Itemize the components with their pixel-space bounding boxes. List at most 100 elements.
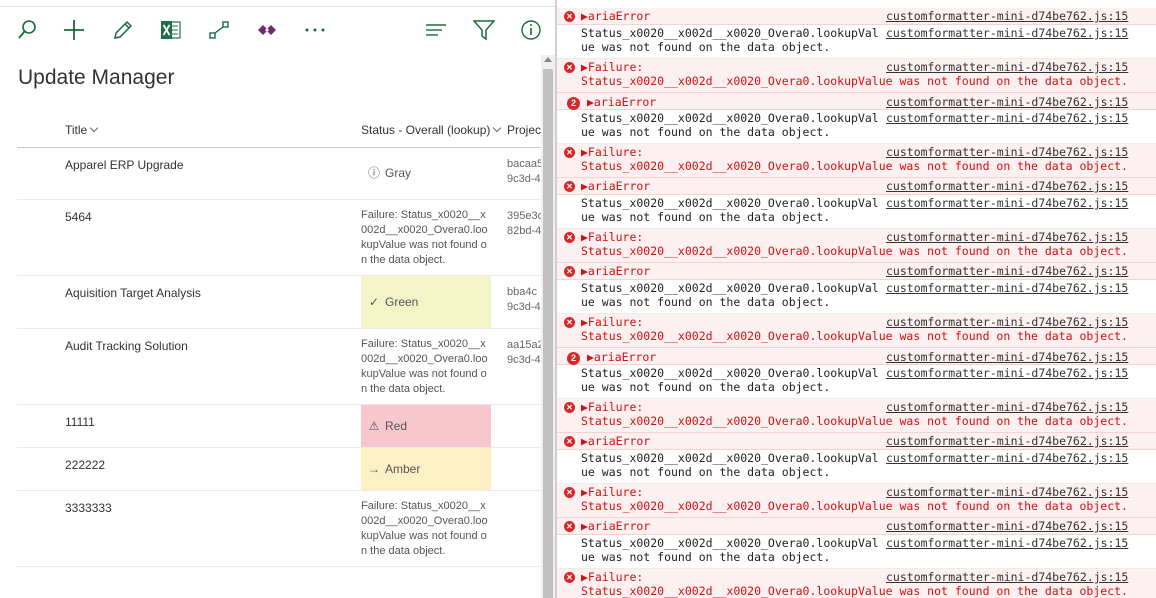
console-message-entry[interactable]: Status_x0020__x002d__x0020_Overa0.lookup…	[557, 25, 1156, 59]
source-link[interactable]: customformatter-mini-d74be762.js:15	[886, 281, 1128, 295]
row-title[interactable]: Aquisition Target Analysis	[65, 286, 201, 300]
console-error-entry[interactable]: 2 ▶ariaError customformatter-mini-d74be762…	[557, 93, 1156, 110]
row-title[interactable]: 11111	[65, 415, 95, 429]
source-link[interactable]: customformatter-mini-d74be762.js:15	[886, 536, 1128, 550]
console-message-text: ▶Failure:	[581, 60, 644, 74]
source-link[interactable]: customformatter-mini-d74be762.js:15	[886, 485, 1128, 499]
source-link[interactable]: customformatter-mini-d74be762.js:15	[886, 230, 1128, 244]
source-link[interactable]: customformatter-mini-d74be762.js:15	[886, 9, 1128, 23]
source-link[interactable]: customformatter-mini-d74be762.js:15	[886, 26, 1128, 40]
info-button[interactable]	[515, 14, 547, 46]
scrollbar[interactable]	[541, 55, 555, 598]
source-link[interactable]: customformatter-mini-d74be762.js:15	[886, 451, 1128, 465]
console-error-entry[interactable]: 2 ▶ariaError customformatter-mini-d74be762…	[557, 348, 1156, 365]
error-icon: ✕	[564, 232, 575, 243]
source-link[interactable]: customformatter-mini-d74be762.js:15	[886, 145, 1128, 159]
repeat-count-badge: 2	[567, 352, 580, 365]
export-excel-button[interactable]	[155, 14, 187, 46]
source-link[interactable]: customformatter-mini-d74be762.js:15	[886, 264, 1128, 278]
console-error-entry[interactable]: ✕ ▶Failure: Status_x0020__x002d__x0020_Ove…	[557, 59, 1156, 93]
console-message-text: ▶ariaError	[581, 434, 651, 448]
column-header-status[interactable]: Status - Overall (lookup)	[361, 123, 502, 137]
console-message-text: Status_x0020__x002d__x0020_Overa0.lookup…	[581, 244, 1128, 258]
console-error-entry[interactable]: ✕ ▶Failure: Status_x0020__x002d__x0020_Ove…	[557, 569, 1156, 598]
page-title: Update Manager	[18, 66, 175, 89]
console-error-entry[interactable]: ✕ ▶ariaError customformatter-mini-d74be762…	[557, 263, 1156, 280]
project-id-line: aa15a2	[507, 339, 541, 351]
list-row[interactable]: 5464 Failure: Status_x0020__x002d__x0020_…	[17, 200, 541, 276]
scrollbar-thumb[interactable]	[543, 69, 553, 598]
console-message-text: ▶ariaError	[587, 95, 657, 109]
error-icon: ✕	[564, 266, 575, 277]
column-header-title[interactable]: Title	[65, 123, 99, 137]
error-icon: ✕	[564, 11, 575, 22]
console-message-entry[interactable]: Status_x0020__x002d__x0020_Overa0.lookup…	[557, 280, 1156, 314]
console-message-text: Status_x0020__x002d__x0020_Overa0.lookup…	[581, 196, 879, 210]
source-link[interactable]: customformatter-mini-d74be762.js:15	[886, 95, 1128, 109]
powerapps-button[interactable]	[251, 14, 283, 46]
console-message-entry[interactable]: Status_x0020__x002d__x0020_Overa0.lookup…	[557, 535, 1156, 569]
list-row[interactable]: Apparel ERP Upgrade ⓘ Gray bacaa5 9c3d-4	[17, 148, 541, 200]
source-link[interactable]: customformatter-mini-d74be762.js:15	[886, 196, 1128, 210]
console-message-text: ue was not found on the data object.	[581, 380, 831, 394]
source-link[interactable]: customformatter-mini-d74be762.js:15	[886, 111, 1128, 125]
new-item-button[interactable]	[58, 14, 90, 46]
list-row[interactable]: Aquisition Target Analysis ✓ Green bba4c 9c3…	[17, 276, 541, 329]
console-message-text: Status_x0020__x002d__x0020_Overa0.lookup…	[581, 111, 879, 125]
flow-button[interactable]	[203, 14, 235, 46]
console-message-text: Status_x0020__x002d__x0020_Overa0.lookup…	[581, 26, 879, 40]
list-row[interactable]: 11111 ⚠ Red	[17, 405, 541, 448]
console-error-entry[interactable]: ✕ ▶ariaError customformatter-mini-d74be762…	[557, 178, 1156, 195]
column-header-project[interactable]: Projec	[507, 123, 541, 137]
console-error-entry[interactable]: ✕ ▶Failure: Status_x0020__x002d__x0020_Ove…	[557, 399, 1156, 433]
row-title[interactable]: 3333333	[65, 501, 112, 515]
source-link[interactable]: customformatter-mini-d74be762.js:15	[886, 400, 1128, 414]
filter-button[interactable]	[468, 14, 500, 46]
row-title[interactable]: Apparel ERP Upgrade	[65, 158, 184, 172]
console-message-entry[interactable]: Status_x0020__x002d__x0020_Overa0.lookup…	[557, 450, 1156, 484]
source-link[interactable]: customformatter-mini-d74be762.js:15	[886, 434, 1128, 448]
error-icon: ✕	[564, 181, 575, 192]
console-error-entry[interactable]: ✕ ▶Failure: Status_x0020__x002d__x0020_Ove…	[557, 144, 1156, 178]
row-title[interactable]: Audit Tracking Solution	[65, 339, 188, 353]
source-link[interactable]: customformatter-mini-d74be762.js:15	[886, 570, 1128, 584]
source-link[interactable]: customformatter-mini-d74be762.js:15	[886, 179, 1128, 193]
status-label: Gray	[385, 166, 412, 180]
source-link[interactable]: customformatter-mini-d74be762.js:15	[886, 350, 1128, 364]
console-message-entry[interactable]: Status_x0020__x002d__x0020_Overa0.lookup…	[557, 365, 1156, 399]
search-button[interactable]	[11, 14, 43, 46]
view-options-button[interactable]	[420, 14, 452, 46]
console-error-entry[interactable]: ✕ ▶Failure: Status_x0020__x002d__x0020_Ove…	[557, 484, 1156, 518]
source-link[interactable]: customformatter-mini-d74be762.js:15	[886, 519, 1128, 533]
console-error-entry[interactable]: ✕ ▶ariaError customformatter-mini-d74be762…	[557, 433, 1156, 450]
column-header-label: Status - Overall (lookup)	[361, 123, 491, 137]
row-status: ⚠ Red	[361, 405, 491, 447]
console-message-entry[interactable]: Status_x0020__x002d__x0020_Overa0.lookup…	[557, 195, 1156, 229]
column-headers: Title Status - Overall (lookup) Projec	[17, 111, 541, 148]
source-link[interactable]: customformatter-mini-d74be762.js:15	[886, 366, 1128, 380]
list-row[interactable]: Audit Tracking Solution Failure: Status_x…	[17, 329, 541, 405]
console-message-entry[interactable]: Status_x0020__x002d__x0020_Overa0.lookup…	[557, 110, 1156, 144]
list-row[interactable]: 222222 → Amber	[17, 448, 541, 491]
row-title[interactable]: 222222	[65, 458, 105, 472]
console-error-entry[interactable]: ✕ ▶Failure: Status_x0020__x002d__x0020_Ove…	[557, 229, 1156, 263]
search-icon	[18, 20, 36, 39]
row-status: Failure: Status_x0020__x002d__x0020_Over…	[361, 209, 488, 266]
source-link[interactable]: customformatter-mini-d74be762.js:15	[886, 315, 1128, 329]
excel-icon	[161, 21, 181, 39]
scroll-up-arrow[interactable]	[544, 57, 552, 62]
info-circle-icon: ⓘ	[367, 166, 380, 180]
row-title[interactable]: 5464	[65, 210, 92, 224]
console-error-entry[interactable]: ✕ ▶ariaError customformatter-mini-d74be762…	[557, 8, 1156, 25]
console-error-entry[interactable]: ✕ ▶Failure: Status_x0020__x002d__x0020_Ove…	[557, 314, 1156, 348]
edit-button[interactable]	[107, 14, 139, 46]
row-status: ⓘ Gray	[361, 148, 491, 199]
source-link[interactable]: customformatter-mini-d74be762.js:15	[886, 60, 1128, 74]
console-error-entry[interactable]: ✕ ▶ariaError customformatter-mini-d74be762…	[557, 518, 1156, 535]
project-id-line: 395e3c	[507, 210, 541, 222]
console-message-text: ue was not found on the data object.	[581, 295, 831, 309]
console-message-text: Status_x0020__x002d__x0020_Overa0.lookup…	[581, 74, 1128, 88]
devtools-console: ✕ ▶ariaError customformatter-mini-d74be762…	[557, 0, 1156, 598]
more-button[interactable]	[299, 14, 331, 46]
list-row[interactable]: 3333333 Failure: Status_x0020__x002d__x00…	[17, 491, 541, 567]
